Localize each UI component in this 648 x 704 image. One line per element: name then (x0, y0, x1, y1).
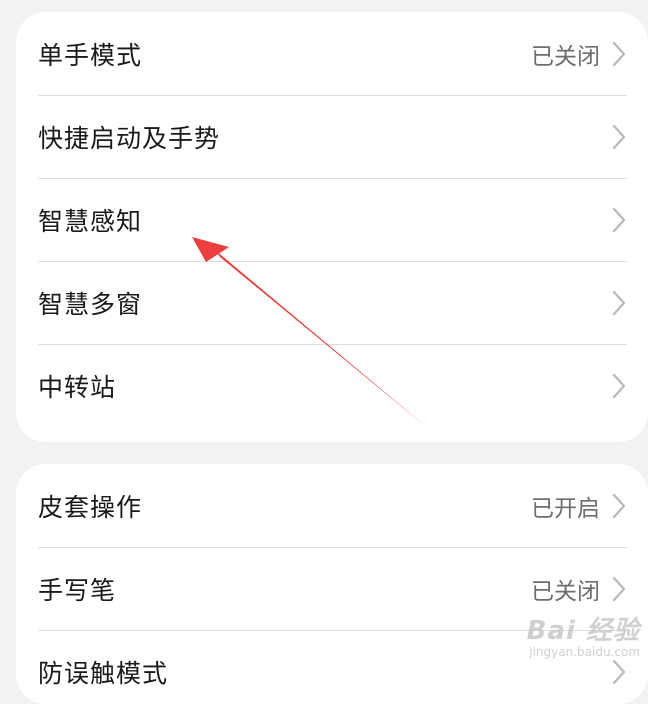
chevron-right-icon (612, 373, 626, 399)
setting-label: 快捷启动及手势 (38, 123, 221, 153)
setting-row-stylus[interactable]: 手写笔 已关闭 (16, 547, 648, 630)
chevron-right-icon (612, 207, 626, 233)
chevron-right-icon (612, 290, 626, 316)
chevron-right-icon (612, 493, 626, 519)
setting-value: 已开启 (531, 495, 600, 522)
setting-row-cover-operation[interactable]: 皮套操作 已开启 (16, 464, 648, 547)
setting-row-smart-multi-window[interactable]: 智慧多窗 (16, 261, 648, 344)
setting-label: 智慧多窗 (38, 289, 143, 319)
setting-label: 手写笔 (38, 575, 117, 605)
chevron-right-icon (612, 41, 626, 67)
setting-row-quick-launch-gestures[interactable]: 快捷启动及手势 (16, 95, 648, 178)
setting-row-accidental-touch-prevention[interactable]: 防误触模式 (16, 630, 648, 704)
setting-row-transfer-station[interactable]: 中转站 (16, 344, 648, 427)
setting-label: 单手模式 (38, 40, 143, 70)
setting-value: 已关闭 (531, 578, 600, 605)
setting-label: 皮套操作 (38, 492, 143, 522)
settings-card-2: 皮套操作 已开启 手写笔 已关闭 防误触模式 (16, 464, 648, 704)
setting-label: 智慧感知 (38, 206, 143, 236)
chevron-right-icon (612, 659, 626, 685)
settings-card-1: 单手模式 已关闭 快捷启动及手势 智慧感知 智慧多窗 中转站 (16, 12, 648, 442)
setting-label: 中转站 (38, 372, 117, 402)
setting-label: 防误触模式 (38, 658, 169, 688)
setting-row-one-hand-mode[interactable]: 单手模式 已关闭 (16, 12, 648, 95)
chevron-right-icon (612, 124, 626, 150)
setting-value: 已关闭 (531, 43, 600, 70)
chevron-right-icon (612, 576, 626, 602)
setting-row-smart-perception[interactable]: 智慧感知 (16, 178, 648, 261)
